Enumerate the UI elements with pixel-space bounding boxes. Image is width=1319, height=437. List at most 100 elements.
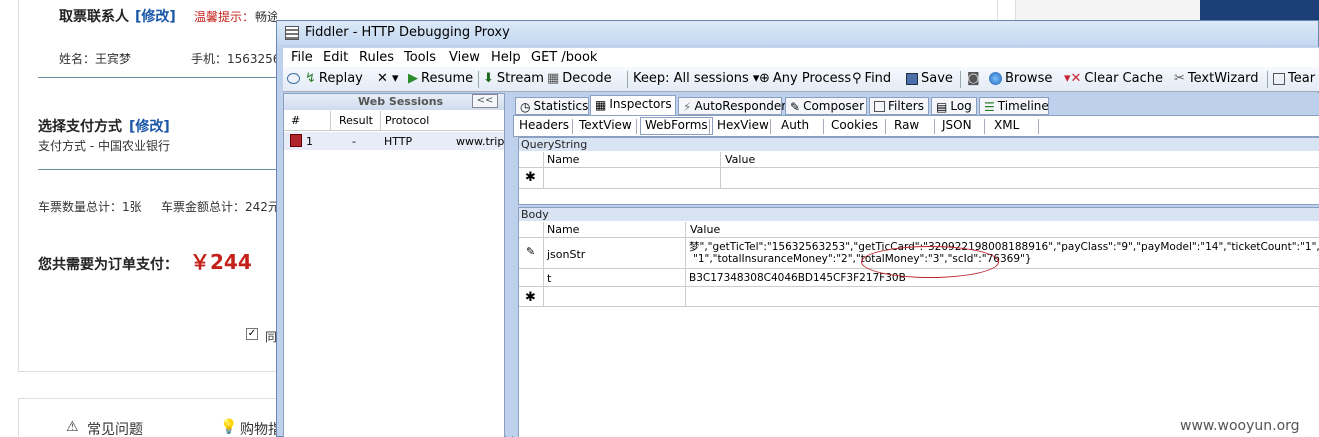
find-label: Find (864, 71, 892, 86)
menu-get-book[interactable]: GET /book (531, 50, 597, 65)
tab-xml[interactable]: XML (990, 118, 1023, 132)
toolbar: ↯ Replay ✕ ▾ ▶ Resume ⬇ Stream ▦ Decode Keep… (283, 67, 1319, 92)
tab-separator (1038, 119, 1039, 134)
menu-file[interactable]: File (291, 50, 313, 65)
session-result: - (352, 135, 356, 148)
tab-cookies[interactable]: Cookies (827, 118, 882, 132)
session-number: 1 (306, 135, 313, 148)
body-section: Body Name Value ✎ jsonStr 梦","getTicTel"… (518, 207, 1319, 437)
body-title: Body (519, 208, 1319, 221)
keep-sessions-dropdown[interactable]: Keep: All sessions ▾ (633, 71, 759, 86)
tab-filters-label: Filters (888, 99, 924, 113)
tip-text: 畅途网会将电子凭证与密钥统一发送到取票人手机号上，请保持手机畅通！ (255, 10, 277, 24)
main-tabs: ◷ Statistics ▦ Inspectors ⚡ AutoResponder ✎… (513, 95, 1319, 116)
column-result[interactable]: Result (339, 114, 373, 127)
save-label: Save (921, 71, 953, 86)
tab-autoresponder[interactable]: ⚡ AutoResponder (678, 97, 786, 115)
tab-statistics[interactable]: ◷ Statistics (515, 97, 589, 115)
menu-edit[interactable]: Edit (323, 50, 348, 65)
replay-icon: ↯ (305, 71, 316, 86)
request-icon (290, 134, 302, 147)
save-button[interactable]: Save (906, 71, 953, 86)
toolbar-separator (478, 71, 479, 88)
menu-view[interactable]: View (449, 50, 480, 65)
pay-method: 支付方式 - 中国农业银行 (38, 139, 170, 153)
tab-hexview[interactable]: HexView (713, 118, 773, 132)
resume-button[interactable]: ▶ Resume (408, 71, 473, 86)
tab-webforms[interactable]: WebForms (640, 117, 713, 135)
tab-raw[interactable]: Raw (890, 118, 923, 132)
session-host: www.trip8 (456, 135, 504, 148)
tab-json[interactable]: JSON (938, 118, 976, 132)
tab-timeline[interactable]: ☰ Timeline (979, 97, 1049, 115)
pay-edit-link[interactable]: [修改] (129, 116, 170, 136)
decode-button[interactable]: ▦ Decode (547, 71, 612, 86)
new-row-marker[interactable]: ✱ (525, 170, 536, 185)
window-title: Fiddler - HTTP Debugging Proxy (305, 25, 510, 40)
browse-button[interactable]: Browse (989, 71, 1052, 86)
contact-edit-link[interactable]: [修改] (135, 6, 176, 26)
column-value[interactable]: Value (725, 153, 755, 166)
column-protocol[interactable]: Protocol (385, 114, 429, 127)
remove-button[interactable]: ✕ ▾ (377, 71, 399, 86)
divider (38, 77, 276, 78)
tab-composer[interactable]: ✎ Composer (785, 97, 867, 115)
grid-line (519, 188, 1319, 189)
collapse-button[interactable]: << (472, 94, 498, 108)
toolbar-separator (627, 71, 628, 88)
menu-tools[interactable]: Tools (404, 50, 436, 65)
textwizard-label: TextWizard (1187, 71, 1259, 86)
menu-help[interactable]: Help (491, 50, 521, 65)
pencil-icon: ✎ (790, 99, 801, 114)
tab-statistics-label: Statistics (533, 99, 589, 113)
faq-link[interactable]: 常见问题 (87, 419, 143, 437)
pane-splitter[interactable] (506, 93, 512, 437)
stream-button[interactable]: ⬇ Stream (483, 71, 544, 86)
tab-log[interactable]: ▤ Log (931, 97, 977, 115)
tab-separator (823, 119, 824, 134)
new-row-marker[interactable]: ✱ (525, 290, 536, 305)
stream-label: Stream (496, 71, 544, 86)
ticket-count: 车票数量总计：1张 (38, 200, 142, 214)
tab-textview[interactable]: TextView (575, 118, 636, 132)
agree-checkbox[interactable]: ✓ (246, 328, 258, 340)
camera-button[interactable]: ◙ (967, 71, 983, 86)
column-separator (330, 111, 331, 131)
tab-separator (770, 119, 771, 134)
field-value-jsonstr-line1[interactable]: 梦","getTicTel":"15632563253","getTicCard… (689, 239, 1319, 254)
decode-grid-icon: ▦ (547, 71, 560, 86)
comment-button[interactable] (287, 71, 303, 86)
column-separator (380, 111, 381, 131)
toolbar-separator (1267, 71, 1268, 88)
web-sessions-pane: Web Sessions << # Result Protocol 1 - HT… (283, 93, 505, 437)
field-value-t[interactable]: B3C17348308C4046BD145CF3F217F30B (689, 272, 906, 284)
find-button[interactable]: ⚲ Find (852, 71, 891, 86)
tab-separator (572, 119, 573, 134)
tab-headers[interactable]: Headers (515, 118, 573, 132)
web-sessions-header: Web Sessions << (284, 94, 504, 110)
title-bar[interactable]: Fiddler - HTTP Debugging Proxy (277, 21, 1318, 45)
tab-inspectors[interactable]: ▦ Inspectors (590, 95, 676, 116)
column-number[interactable]: # (291, 114, 300, 127)
grid-line (519, 286, 1319, 287)
lightbulb-icon: 💡 (220, 419, 238, 435)
field-name-t[interactable]: t (547, 272, 551, 285)
column-name[interactable]: Name (547, 153, 579, 166)
session-row[interactable]: 1 - HTTP www.trip8 (284, 132, 504, 150)
replay-button[interactable]: ↯ Replay (305, 71, 363, 86)
tab-separator (709, 119, 710, 134)
tearoff-button[interactable]: Tear (1273, 71, 1315, 86)
any-process-button[interactable]: ⊕ Any Process (759, 71, 851, 86)
any-process-label: Any Process (772, 71, 852, 86)
camera-icon: ◙ (967, 71, 980, 86)
textwizard-button[interactable]: ✂ TextWizard (1174, 71, 1259, 86)
divider (38, 169, 276, 170)
field-name-jsonstr[interactable]: jsonStr (547, 248, 585, 261)
tab-auth[interactable]: Auth (777, 118, 813, 132)
column-name[interactable]: Name (547, 223, 579, 236)
tab-filters[interactable]: Filters (869, 97, 929, 115)
column-value[interactable]: Value (690, 223, 720, 236)
menu-rules[interactable]: Rules (359, 50, 394, 65)
tab-composer-label: Composer (803, 99, 864, 113)
clear-cache-button[interactable]: ▾✕ Clear Cache (1064, 71, 1163, 86)
